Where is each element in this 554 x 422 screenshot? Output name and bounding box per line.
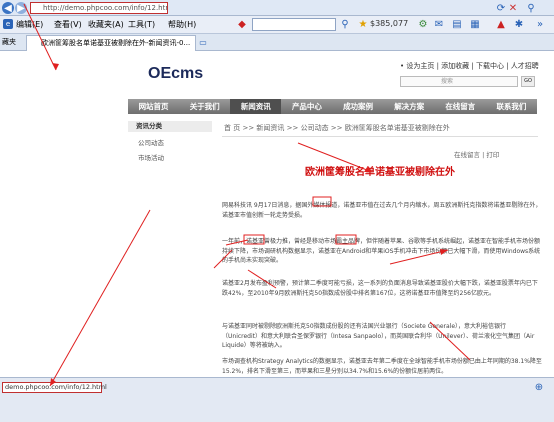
sidebar-item-company-news[interactable]: 公司动态 bbox=[128, 137, 212, 147]
article-paragraph-2: 一年前，诺基亚曾极力推，曾经是移动市场霸主品牌，但伴随着苹果、谷歌等手机系统崛起… bbox=[222, 238, 541, 264]
breadcrumb[interactable]: 首 页 >> 新闻资讯 >> 公司动态 >> 欧洲筐筹股名单诺基亚被剔除在外 bbox=[224, 123, 450, 133]
search-icon[interactable]: ⚲ bbox=[524, 2, 538, 14]
toolbar-search-icon[interactable]: ⚲ bbox=[340, 19, 350, 30]
menu-tools[interactable]: 工具(T) bbox=[128, 19, 155, 30]
top-links[interactable]: • 设为主页 | 添加收藏 | 下载中心 | 人才招聘 bbox=[400, 61, 539, 71]
nav-cases[interactable]: 成功案例 bbox=[333, 99, 384, 114]
tab-bar: 藏夹 欧洲筐筹股名单诺基亚被剔除在外-新闻资讯-0... ▭ bbox=[0, 34, 554, 51]
nav-solutions[interactable]: 解决方案 bbox=[384, 99, 435, 114]
site-search-input[interactable]: 搜索 bbox=[400, 76, 518, 87]
tab-title: 欧洲筐筹股名单诺基亚被剔除在外-新闻资讯-0... bbox=[41, 39, 191, 47]
sidebar: 资讯分类 公司动态 市场活动 bbox=[128, 121, 212, 162]
address-bar-row: ◀ ▶ http://demo.phpcoo.com/info/12.html … bbox=[0, 0, 554, 16]
article-paragraph-5: 市场调查机构Strategy Analytics的数据显示，诺基亚去年第二季度在… bbox=[222, 358, 542, 375]
status-url: demo.phpcoo.com/info/12.html bbox=[2, 382, 107, 393]
nav-home[interactable]: 网站首页 bbox=[128, 99, 179, 114]
alert-icon[interactable]: ▲ bbox=[496, 19, 506, 30]
web-page: OEcms • 设为主页 | 添加收藏 | 下载中心 | 人才招聘 搜索 GO … bbox=[0, 51, 554, 377]
nav-products[interactable]: 产品中心 bbox=[281, 99, 332, 114]
refresh-icon[interactable]: ⟳ bbox=[496, 2, 506, 14]
nav-news[interactable]: 新闻资讯 bbox=[230, 99, 282, 114]
tab-active[interactable]: 欧洲筐筹股名单诺基亚被剔除在外-新闻资讯-0... bbox=[26, 35, 196, 51]
site-logo[interactable]: OEcms bbox=[148, 65, 203, 83]
site-search-button[interactable]: GO bbox=[521, 76, 535, 87]
new-tab-icon[interactable]: ▭ bbox=[198, 37, 208, 48]
url-input[interactable]: http://demo.phpcoo.com/info/12.html bbox=[30, 2, 168, 14]
toolbar-logo-icon[interactable]: ◆ bbox=[236, 19, 248, 30]
star-icon[interactable]: ★ bbox=[358, 19, 368, 30]
tools-icon[interactable]: ✱ bbox=[514, 19, 524, 30]
site-search-placeholder: 搜索 bbox=[441, 78, 454, 85]
back-icon[interactable]: ◀ bbox=[2, 2, 14, 14]
main-nav: 网站首页 关于我们 新闻资讯 产品中心 成功案例 解决方案 在线留言 联系我们 bbox=[128, 99, 537, 114]
article-paragraph-4: 与诺基亚同时被剔除欧洲斯托克50指数成份股的还有法国兴业银行（Societe G… bbox=[222, 323, 535, 349]
toolbar-search-input[interactable] bbox=[252, 18, 336, 31]
zoom-icon[interactable]: ⊕ bbox=[532, 382, 546, 393]
page-icon[interactable]: ▤ bbox=[452, 19, 462, 30]
print-icon[interactable]: ▦ bbox=[470, 19, 480, 30]
menu-favorites[interactable]: 收藏夹(A) bbox=[88, 19, 124, 30]
sidebar-heading: 资讯分类 bbox=[128, 121, 212, 132]
more-chevron-icon[interactable]: » bbox=[530, 19, 550, 30]
nav-message[interactable]: 在线留言 bbox=[435, 99, 486, 114]
article-tools[interactable]: 在线留言 | 打印 bbox=[454, 149, 499, 159]
article-paragraph-3: 诺基亚2月发布盈利预警，预计第二季度可能亏损，这一系列的负面消息导致诺基亚股价大… bbox=[222, 280, 538, 297]
mail-icon[interactable]: ✉ bbox=[434, 19, 444, 30]
forward-icon[interactable]: ▶ bbox=[15, 2, 27, 14]
sidebar-item-market-events[interactable]: 市场活动 bbox=[128, 152, 212, 162]
nav-about[interactable]: 关于我们 bbox=[179, 99, 230, 114]
article-title: 欧洲筐筹股名单诺基亚被剔除在外 bbox=[305, 167, 455, 178]
menu-bar: e 编辑(E) 查看(V) 收藏夹(A) 工具(T) 帮助(H) ◆ ⚲ ★ $… bbox=[0, 16, 554, 34]
stop-icon[interactable]: ✕ bbox=[508, 2, 518, 14]
status-bar: demo.phpcoo.com/info/12.html ⊕ bbox=[0, 377, 554, 422]
nav-contact[interactable]: 联系我们 bbox=[486, 99, 537, 114]
gear-icon[interactable]: ⚙ bbox=[418, 19, 428, 30]
favorites-label[interactable]: 藏夹 bbox=[2, 37, 16, 47]
menu-view[interactable]: 查看(V) bbox=[54, 19, 82, 30]
menu-edit[interactable]: 编辑(E) bbox=[16, 19, 43, 30]
ie-logo-icon: e bbox=[3, 19, 13, 29]
menu-help[interactable]: 帮助(H) bbox=[168, 19, 196, 30]
counter-text: $385,077 bbox=[370, 19, 409, 28]
article-paragraph-1: 网易科技讯 9月17日消息，据国外媒体报道，诺基亚市值在过去几个月内缩水，周五欧… bbox=[222, 202, 542, 219]
divider bbox=[222, 136, 538, 137]
